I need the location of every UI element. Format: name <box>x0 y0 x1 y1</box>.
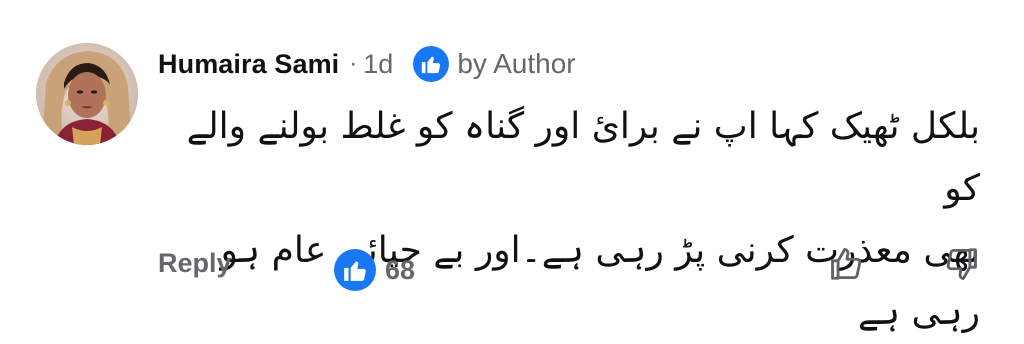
author-badge: by Author <box>413 46 576 82</box>
comment-text: بلکل ٹھیک کہا اپ نے برائ اور گناہ کو غلط… <box>150 96 980 344</box>
dislike-button[interactable] <box>942 244 982 284</box>
reaction-count: 68 <box>385 254 416 285</box>
comment-header: Humaira Sami · 1d by Author <box>158 40 576 88</box>
author-name[interactable]: Humaira Sami <box>158 49 339 80</box>
comment-text-line: بلکل ٹھیک کہا اپ نے برائ اور گناہ کو غلط… <box>186 106 980 209</box>
timestamp[interactable]: 1d <box>363 49 393 80</box>
reaction-summary[interactable]: 68 <box>334 249 415 291</box>
by-author-label: by Author <box>457 48 576 79</box>
like-button[interactable] <box>826 244 866 284</box>
like-icon <box>413 46 450 82</box>
reply-button[interactable]: Reply <box>158 248 232 279</box>
thumbs-down-outline-icon <box>946 248 977 280</box>
avatar-photo <box>36 43 138 145</box>
thumbs-up-outline-icon <box>831 248 862 280</box>
like-icon <box>334 249 376 291</box>
separator-dot: · <box>349 50 358 77</box>
avatar[interactable] <box>36 43 138 145</box>
